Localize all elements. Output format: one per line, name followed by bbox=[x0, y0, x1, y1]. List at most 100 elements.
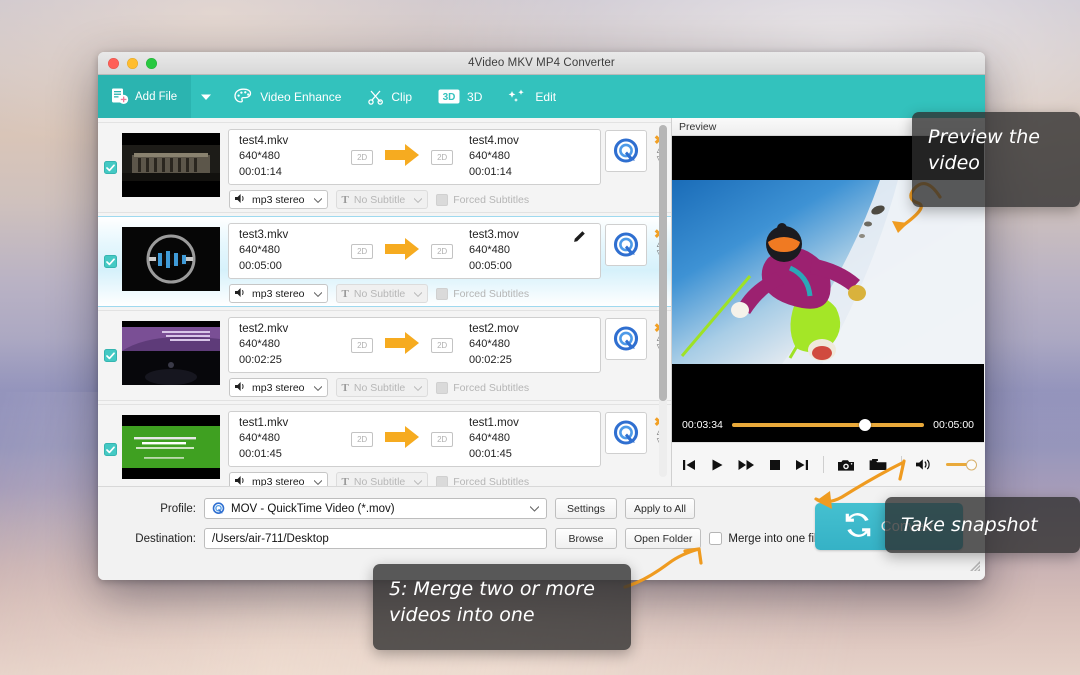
toolbar-item-clip[interactable]: Clip bbox=[354, 75, 425, 118]
source-resolution: 640*480 bbox=[239, 338, 280, 351]
source-meta: test1.mkv 640*480 00:01:45 bbox=[239, 416, 351, 463]
toolbar-label-edit: Edit bbox=[535, 89, 557, 104]
subtitle-select[interactable]: T No Subtitle bbox=[335, 190, 429, 209]
folder-icon[interactable] bbox=[869, 458, 887, 472]
playback-timeline[interactable]: 00:03:34 00:05:00 bbox=[672, 408, 984, 442]
chevron-down-icon bbox=[413, 476, 423, 487]
seek-slider[interactable] bbox=[731, 419, 925, 431]
volume-slider[interactable] bbox=[945, 459, 978, 470]
open-folder-button[interactable]: Open Folder bbox=[625, 528, 702, 549]
forced-subtitles-checkbox[interactable] bbox=[436, 475, 449, 486]
quicktime-format-button[interactable] bbox=[605, 224, 647, 266]
table-row[interactable]: test3.mkv 640*480 00:05:00 2D 2D test3.m… bbox=[98, 216, 671, 307]
app-window: 4Video MKV MP4 Converter Add File Video … bbox=[98, 52, 985, 580]
profile-value: MOV - QuickTime Video (*.mov) bbox=[231, 502, 395, 515]
source-duration: 00:01:14 bbox=[239, 165, 282, 178]
window-titlebar: 4Video MKV MP4 Converter bbox=[98, 52, 985, 75]
forced-subtitles-toggle[interactable]: Forced Subtitles bbox=[436, 193, 529, 206]
merge-checkbox[interactable] bbox=[709, 532, 723, 545]
forced-subtitles-checkbox[interactable] bbox=[436, 287, 449, 300]
audio-track-select[interactable]: mp3 stereo bbox=[229, 472, 328, 486]
target-resolution: 640*480 bbox=[469, 338, 510, 351]
table-row[interactable]: test2.mkv 640*480 00:02:25 2D 2D test2.m… bbox=[98, 310, 671, 401]
conversion-card: test3.mkv 640*480 00:05:00 2D 2D test3.m… bbox=[228, 223, 601, 279]
forced-subtitles-checkbox[interactable] bbox=[436, 381, 449, 394]
settings-button[interactable]: Settings bbox=[555, 498, 617, 519]
row-checkbox[interactable] bbox=[103, 161, 117, 174]
add-file-button[interactable]: Add File bbox=[98, 75, 192, 118]
toolbar-item-3d[interactable]: 3D 3D bbox=[425, 75, 495, 118]
source-resolution: 640*480 bbox=[239, 150, 280, 163]
destination-input[interactable]: /Users/air-711/Desktop bbox=[204, 528, 547, 549]
audio-track-select[interactable]: mp3 stereo bbox=[229, 378, 328, 397]
chevron-down-icon bbox=[313, 476, 322, 487]
forced-subtitles-toggle[interactable]: Forced Subtitles bbox=[436, 381, 529, 394]
row-checkbox[interactable] bbox=[103, 255, 117, 268]
audio-track-select[interactable]: mp3 stereo bbox=[229, 190, 328, 209]
audio-track-value: mp3 stereo bbox=[252, 475, 305, 487]
toolbar-item-edit[interactable]: Edit bbox=[495, 75, 569, 118]
chevron-down-icon bbox=[413, 194, 423, 206]
resize-grip[interactable] bbox=[968, 559, 981, 577]
subtitle-select[interactable]: T No Subtitle bbox=[335, 378, 429, 397]
target-filename: test1.mov bbox=[469, 416, 519, 429]
destination-label: Destination: bbox=[135, 532, 196, 545]
row-checkbox[interactable] bbox=[103, 349, 117, 362]
seek-handle[interactable] bbox=[858, 419, 871, 431]
stop-icon[interactable] bbox=[769, 459, 781, 471]
subtitle-text-icon: T bbox=[341, 287, 349, 300]
subtitle-select[interactable]: T No Subtitle bbox=[335, 472, 429, 487]
browse-button[interactable]: Browse bbox=[555, 528, 617, 549]
add-file-dropdown[interactable] bbox=[191, 75, 222, 118]
source-resolution: 640*480 bbox=[239, 244, 280, 257]
table-row[interactable]: test1.mkv 640*480 00:01:45 2D 2D test1.m… bbox=[98, 404, 671, 486]
rename-pencil-icon[interactable] bbox=[572, 230, 586, 250]
subtitle-select[interactable]: T No Subtitle bbox=[335, 284, 429, 303]
apply-to-all-button[interactable]: Apply to All bbox=[625, 498, 695, 519]
previous-icon[interactable] bbox=[682, 458, 696, 472]
next-icon[interactable] bbox=[795, 458, 809, 472]
volume-handle[interactable] bbox=[966, 459, 978, 470]
target-duration: 00:02:25 bbox=[469, 353, 512, 366]
subtitle-value: No Subtitle bbox=[353, 475, 406, 487]
file-list[interactable]: test4.mkv 640*480 00:01:14 2D 2D test4.m… bbox=[98, 118, 672, 486]
conversion-card: test4.mkv 640*480 00:01:14 2D 2D test4.m… bbox=[228, 129, 601, 185]
quicktime-format-button[interactable] bbox=[605, 130, 647, 172]
merge-into-one-file-toggle[interactable]: Merge into one file bbox=[709, 532, 823, 545]
audio-track-select[interactable]: mp3 stereo bbox=[229, 284, 328, 303]
callout-merge-videos: 5: Merge two or more videos into one bbox=[373, 564, 631, 650]
profile-label: Profile: bbox=[160, 502, 196, 515]
table-row[interactable]: test4.mkv 640*480 00:01:14 2D 2D test4.m… bbox=[98, 122, 671, 213]
video-thumbnail bbox=[122, 415, 220, 479]
quicktime-format-button[interactable] bbox=[605, 318, 647, 360]
scrollbar-thumb[interactable] bbox=[659, 125, 667, 401]
profile-select[interactable]: MOV - QuickTime Video (*.mov) bbox=[204, 498, 547, 519]
audio-track-value: mp3 stereo bbox=[252, 381, 305, 394]
subtitle-value: No Subtitle bbox=[353, 193, 406, 206]
toolbar-label-3d: 3D bbox=[467, 89, 483, 104]
target-2d-badge: 2D bbox=[431, 337, 453, 353]
speaker-icon bbox=[235, 193, 247, 207]
camera-icon[interactable] bbox=[837, 458, 855, 472]
toolbar-label-clip: Clip bbox=[391, 89, 413, 104]
callout-preview-the-video: Preview the video bbox=[912, 112, 1080, 207]
video-thumbnail bbox=[122, 321, 220, 385]
video-thumbnail bbox=[122, 227, 220, 291]
source-2d-badge: 2D bbox=[351, 431, 373, 447]
source-meta: test2.mkv 640*480 00:02:25 bbox=[239, 322, 351, 369]
file-list-scrollbar[interactable] bbox=[659, 125, 667, 477]
quicktime-format-button[interactable] bbox=[605, 412, 647, 454]
forced-subtitles-checkbox[interactable] bbox=[436, 193, 449, 206]
convert-arrow-icon bbox=[385, 425, 419, 453]
play-icon[interactable] bbox=[710, 458, 724, 472]
forward-icon[interactable] bbox=[738, 458, 755, 472]
forced-subtitles-toggle[interactable]: Forced Subtitles bbox=[436, 287, 529, 300]
chevron-down-icon bbox=[413, 288, 423, 300]
toolbar-item-video-enhance[interactable]: Video Enhance bbox=[221, 75, 354, 118]
chevron-down-icon bbox=[313, 194, 322, 206]
row-checkbox[interactable] bbox=[103, 443, 117, 456]
forced-subtitles-toggle[interactable]: Forced Subtitles bbox=[436, 475, 529, 486]
volume-icon[interactable] bbox=[915, 458, 932, 471]
chevron-down-icon bbox=[201, 88, 212, 106]
row-checkbox-cell bbox=[98, 317, 122, 362]
